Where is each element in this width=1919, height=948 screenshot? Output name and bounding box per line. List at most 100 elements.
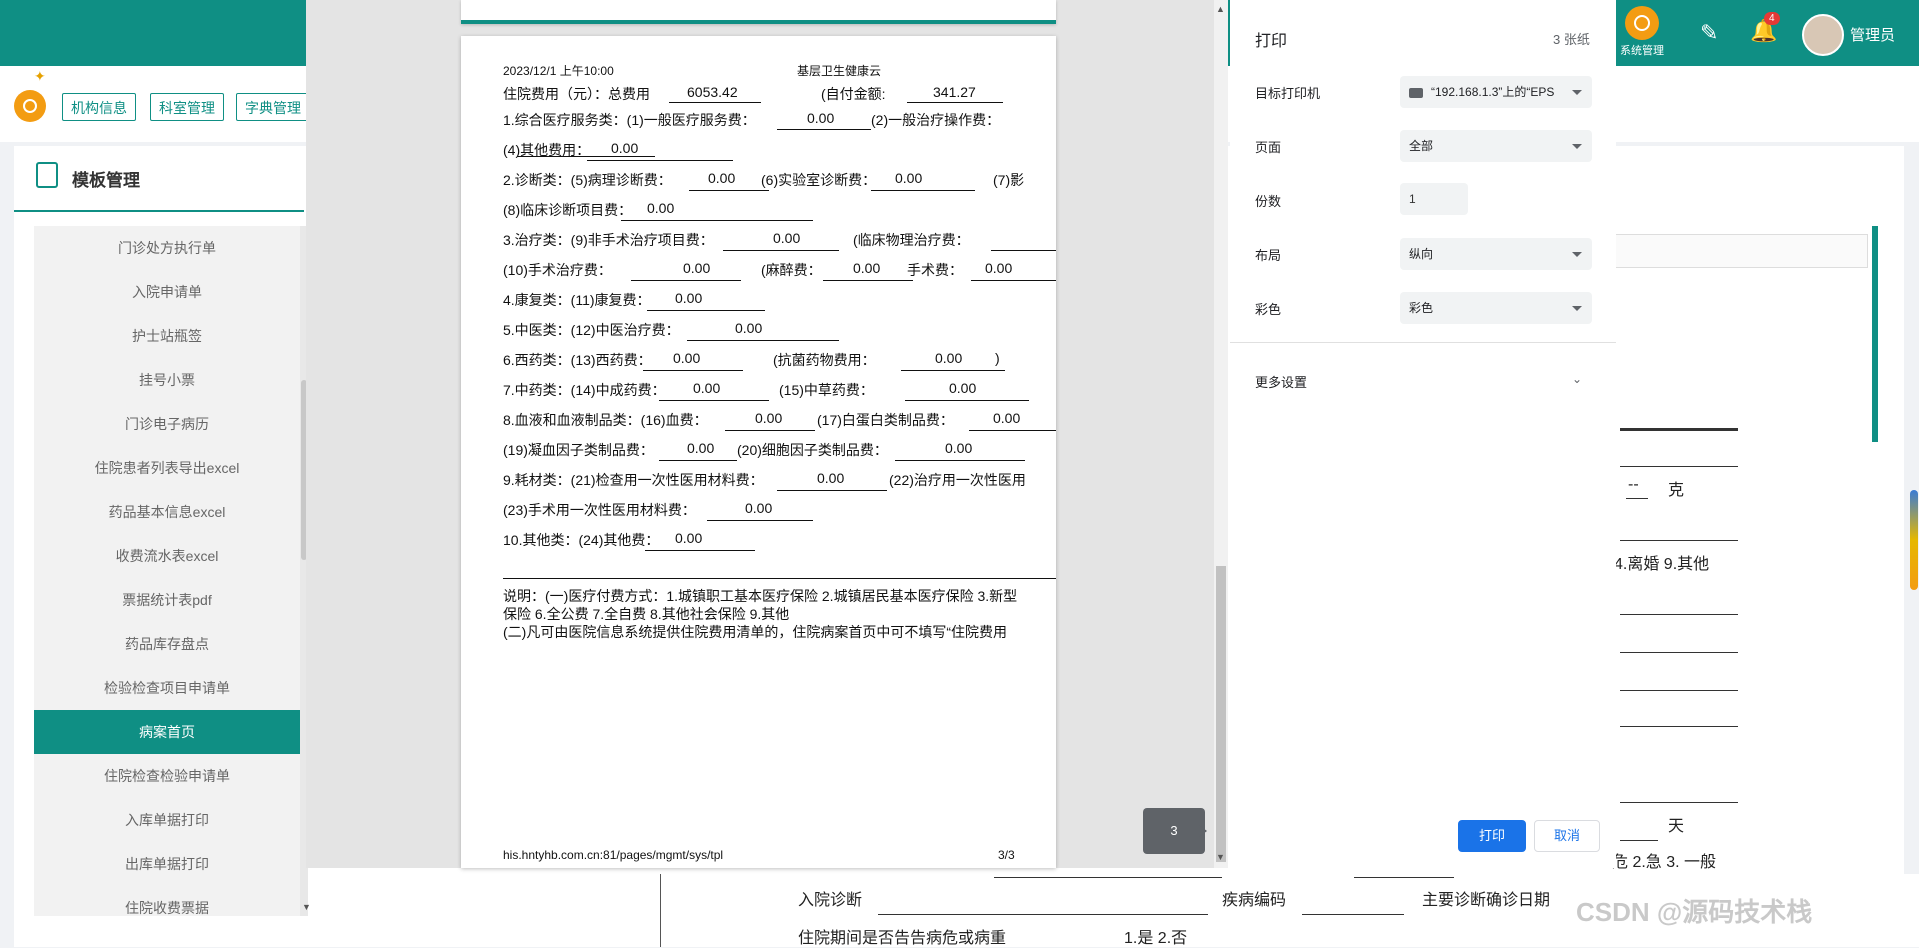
doc-text: 8.血液和血液制品类：(16)血费： (503, 412, 708, 428)
doc-text: 1.综合医疗服务类：(1)一般医疗服务费： (503, 112, 756, 128)
gram-dash: -- (1628, 476, 1639, 493)
scroll-up-icon[interactable]: ▲ (1216, 4, 1225, 14)
doc-note: 保险 6.全公费 7.全自费 8.其他社会保险 9.其他 (503, 606, 790, 622)
avatar[interactable] (1802, 14, 1844, 56)
form-rule (1620, 428, 1738, 431)
diagnosis-date-label: 主要诊断确诊日期 (1422, 892, 1551, 909)
doc-value: 0.00 (745, 500, 773, 516)
sidebar-item[interactable]: 入院申请单 (34, 270, 300, 314)
broom-icon[interactable]: ✦ (34, 68, 46, 85)
pages-label: 页面 (1255, 140, 1282, 155)
page-footer-url: his.hntyhb.com.cn:81/pages/mgmt/sys/tpl (503, 848, 724, 862)
days-unit: 天 (1668, 818, 1685, 835)
doc-underline (689, 190, 769, 191)
page-header-date: 2023/12/1 上午10:00 (503, 64, 614, 78)
doc-value: 0.00 (735, 320, 763, 336)
page-title: 模板管理 (72, 171, 140, 190)
sidebar-item[interactable]: 护士站瓶签 (34, 314, 300, 358)
system-management-label: 系统管理 (1620, 45, 1664, 57)
sidebar-item[interactable]: 住院检查检验申请单 (34, 754, 300, 798)
form-rule (1620, 840, 1658, 841)
doc-underline (725, 430, 815, 431)
disease-code-label: 疾病编码 (1222, 892, 1287, 909)
doc-text: ) (995, 350, 1000, 366)
sidebar-item[interactable]: 药品基本信息excel (34, 490, 300, 534)
sidebar-item[interactable]: 出库单据打印 (34, 842, 300, 886)
sidebar-item[interactable]: 门诊处方执行单 (34, 226, 300, 270)
doc-underline (669, 102, 761, 103)
doc-text: (6)实验室诊断费： (761, 172, 877, 188)
scroll-down-icon[interactable]: ▼ (302, 902, 311, 912)
doc-underline (643, 370, 743, 371)
sidebar-item[interactable]: 住院患者列表导出excel (34, 446, 300, 490)
side-progress-bar (1910, 490, 1918, 590)
sidebar-item[interactable]: 药品库存盘点 (34, 622, 300, 666)
doc-underline (905, 400, 1029, 401)
doc-text: (15)中草药费： (779, 382, 874, 398)
doc-underline (659, 460, 737, 461)
doc-underline (901, 370, 1005, 371)
sidebar-item-active[interactable]: 病案首页 (34, 710, 300, 754)
user-name[interactable]: 管理员 (1850, 24, 1895, 45)
layout-select[interactable]: 纵向 (1400, 238, 1592, 270)
doc-text: 7.中药类：(14)中成药费： (503, 382, 666, 398)
scroll-down-icon[interactable]: ▼ (1216, 852, 1225, 862)
sidebar-item[interactable]: 门诊电子病历 (34, 402, 300, 446)
sidebar-item[interactable]: 票据统计表pdf (34, 578, 300, 622)
doc-text: (22)治疗用一次性医用 (889, 472, 1026, 488)
doc-value: 0.00 (945, 440, 973, 456)
right-scrollbar[interactable] (1872, 226, 1878, 442)
cancel-button[interactable]: 取消 (1534, 820, 1600, 852)
printer-value: “192.168.1.3”上的“EPS (1431, 85, 1555, 99)
doc-underline (707, 520, 813, 521)
system-management-button[interactable]: 系统管理 (1612, 6, 1672, 58)
bell-icon[interactable]: 🔔 4 (1750, 12, 1780, 44)
printer-icon (1409, 87, 1423, 98)
doc-underline (621, 220, 813, 221)
chevron-down-icon[interactable]: ⌄ (1572, 372, 1582, 386)
sidebar-item[interactable]: 入库单据打印 (34, 798, 300, 842)
page-header-site: 基层卫生健康云 (797, 64, 882, 78)
doc-text: (17)白蛋白类制品费： (817, 412, 954, 428)
color-select[interactable]: 彩色 (1400, 292, 1592, 324)
doc-text: (7)影 (993, 172, 1025, 188)
gram-unit: 克 (1668, 482, 1685, 499)
copies-label: 份数 (1255, 194, 1282, 209)
tab-dept-management[interactable]: 科室管理 (150, 93, 224, 121)
doc-underline (659, 400, 769, 401)
tab-dict-management[interactable]: 字典管理 (236, 93, 310, 121)
doc-text: 4.康复类：(11)康复费： (503, 292, 651, 308)
doc-note: (二)凡可由医院信息系统提供住院费用清单的，住院病案首页中可不填写“住院费用 (503, 624, 1007, 640)
sidebar-item[interactable]: 检验检查项目申请单 (34, 666, 300, 710)
doc-note: 说明：(一)医疗付费方式：1.城镇职工基本医疗保险 2.城镇居民基本医疗保险 3… (503, 588, 1018, 604)
page-footer-number: 3/3 (998, 848, 1015, 862)
doc-underline (991, 250, 1056, 251)
sidebar-item[interactable]: 收费流水表excel (34, 534, 300, 578)
more-settings-toggle[interactable]: 更多设置 (1255, 372, 1307, 391)
sidebar-item[interactable]: 住院收费票据 (34, 886, 300, 916)
doc-underline (687, 340, 839, 341)
form-rule (1620, 540, 1738, 541)
form-rule (1620, 614, 1738, 615)
pages-value: 全部 (1409, 139, 1434, 153)
printer-select[interactable]: “192.168.1.3”上的“EPS (1400, 76, 1592, 108)
doc-value: 0.00 (693, 380, 721, 396)
home-icon[interactable] (14, 90, 46, 122)
doc-value: 0.00 (673, 350, 701, 366)
print-button[interactable]: 打印 (1458, 820, 1526, 852)
doc-rule (503, 578, 1056, 579)
preview-page: 2023/12/1 上午10:00 基层卫生健康云 住院费用（元）：总费用 60… (461, 36, 1056, 868)
watermark: CSDN @源码技术栈 (1576, 897, 1813, 927)
doc-text: (麻醉费： (761, 262, 822, 278)
pages-select[interactable]: 全部 (1400, 130, 1592, 162)
doc-text: 2.诊断类：(5)病理诊断费： (503, 172, 672, 188)
sidebar-item[interactable]: 挂号小票 (34, 358, 300, 402)
pencil-icon[interactable]: ✎ (1700, 20, 1718, 46)
copies-input[interactable]: 1 (1400, 183, 1468, 215)
preview-scroll-thumb[interactable] (1216, 566, 1226, 862)
tab-org-info[interactable]: 机构信息 (62, 93, 136, 121)
doc-value: 0.00 (683, 260, 711, 276)
doc-value: 341.27 (933, 84, 976, 100)
doc-underline (823, 280, 913, 281)
template-name-input[interactable] (1614, 234, 1868, 268)
